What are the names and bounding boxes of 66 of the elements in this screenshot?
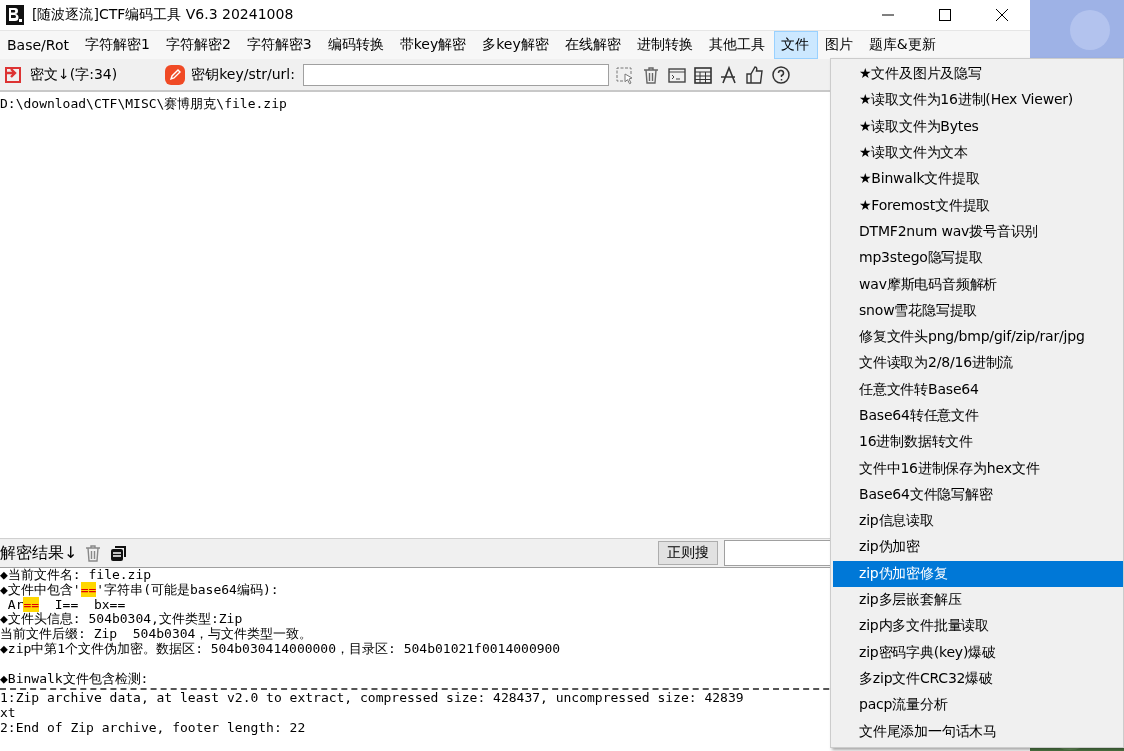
help-icon[interactable]	[770, 64, 791, 85]
menu-item[interactable]: zip伪加密	[831, 534, 1123, 561]
menu-item[interactable]: pacp流量分析	[831, 692, 1123, 719]
window-title: [随波逐流]CTF编码工具 V6.3 20241008	[32, 6, 295, 24]
table-icon[interactable]	[692, 64, 713, 85]
menu-item[interactable]: 多key解密	[475, 31, 558, 59]
menu-item[interactable]: Base64转任意文件	[831, 402, 1123, 430]
menu-item[interactable]: 16进制数据转文件	[831, 429, 1123, 456]
menu-item[interactable]: 修复文件头png/bmp/gif/zip/rar/jpg	[831, 323, 1123, 351]
thumbs-up-icon[interactable]	[744, 64, 765, 85]
menu-item[interactable]: 文件读取为2/8/16进制流	[831, 350, 1123, 377]
key-input-field[interactable]	[302, 63, 609, 86]
key-label: 密钥key/str/url:	[191, 65, 295, 84]
menu-item[interactable]: zip信息读取	[831, 508, 1123, 535]
font-icon[interactable]	[718, 64, 739, 85]
menu-item[interactable]: 多zip文件CRC32爆破	[831, 665, 1123, 693]
menu-item[interactable]: ★读取文件为Bytes	[831, 113, 1123, 140]
output-line: Ar== I== bx==	[6, 597, 126, 612]
menu-item[interactable]: Base/Rot	[0, 31, 78, 59]
output-line: 2:End of Zip archive, footer length: 22	[0, 720, 306, 736]
menu-item[interactable]: 字符解密1	[77, 31, 159, 59]
menu-item[interactable]: 字符解密3	[239, 31, 321, 59]
menu-item[interactable]: 文件尾添加一句话木马	[831, 718, 1123, 745]
menu-item[interactable]: 文件	[773, 31, 818, 59]
ciphertext-label: 密文↓(字:34)	[30, 65, 118, 84]
menu-item[interactable]: ★读取文件为16进制(Hex Viewer)	[831, 87, 1123, 114]
menu-item[interactable]: mp3stego隐写提取	[831, 245, 1123, 272]
close-icon	[995, 9, 1008, 21]
output-line: 当前文件后缀: Zip 504b0304，与文件类型一致。	[0, 627, 313, 642]
import-icon[interactable]	[4, 64, 24, 85]
output-line: ◆Binwalk文件包含检测:	[0, 671, 149, 687]
menu-item[interactable]: 文件中16进制保存为hex文件	[831, 455, 1123, 482]
menu-item[interactable]: snow雪花隐写提取	[831, 297, 1123, 324]
menu-item[interactable]: 带key解密	[392, 31, 476, 59]
output-line: ◆文件头信息: 504b0304,文件类型:Zip	[0, 612, 243, 628]
output-line: xt	[0, 706, 16, 721]
menu-item[interactable]: 其他工具	[701, 31, 774, 59]
menu-item[interactable]: 任意文件转Base64	[831, 376, 1123, 403]
file-path-text: D:\download\CTF\MISC\赛博朋克\file.zip	[0, 95, 287, 113]
output-line: ◆文件中包含'=='字符串(可能是base64编码):	[0, 582, 279, 598]
pointer-select-icon[interactable]	[614, 64, 635, 85]
menu-item[interactable]: 字符解密2	[158, 31, 240, 59]
pencil-icon[interactable]	[165, 64, 186, 85]
menu-item[interactable]: ★Binwalk文件提取	[831, 166, 1123, 193]
menu-item[interactable]: zip内多文件批量读取	[831, 613, 1123, 640]
menu-item[interactable]: zip密码字典(key)爆破	[831, 639, 1123, 666]
output-line: ◆当前文件名: file.zip	[0, 568, 152, 583]
menu-item[interactable]: ★文件及图片及隐写	[831, 61, 1123, 88]
app-logo-icon	[6, 5, 24, 25]
menu-item[interactable]: 进制转换	[629, 31, 702, 59]
result-label: 解密结果↓	[0, 542, 78, 564]
menu-item[interactable]: 在线解密	[557, 31, 630, 59]
menu-item[interactable]: zip多层嵌套解压	[831, 586, 1123, 614]
maximize-icon	[938, 9, 951, 21]
menu-item[interactable]: DTMF2num wav拨号音识别	[831, 218, 1123, 246]
menu-item[interactable]: ★读取文件为文本	[831, 139, 1123, 167]
menu-item[interactable]: 图片	[817, 31, 862, 59]
regex-search-button[interactable]: 正则搜	[658, 541, 718, 565]
menu-item[interactable]: zip伪加密修复	[833, 560, 1123, 587]
menu-item[interactable]: 编码转换	[320, 31, 393, 59]
output-line: 1:Zip archive data, at least v2.0 to extract, compressed size: 428437, uncompressed size: 42839	[0, 691, 744, 707]
menu-item[interactable]: wav摩斯电码音频解析	[831, 271, 1123, 298]
menu-item[interactable]: ★Foremost文件提取	[831, 192, 1123, 219]
menu-item[interactable]: Base64文件隐写解密	[831, 481, 1123, 509]
output-line: ◆zip中第1个文件伪加密。数据区: 504b030414000000，目录区: 504b01021f0014000900	[0, 642, 561, 657]
menu-item[interactable]: 题库&更新	[861, 31, 945, 59]
